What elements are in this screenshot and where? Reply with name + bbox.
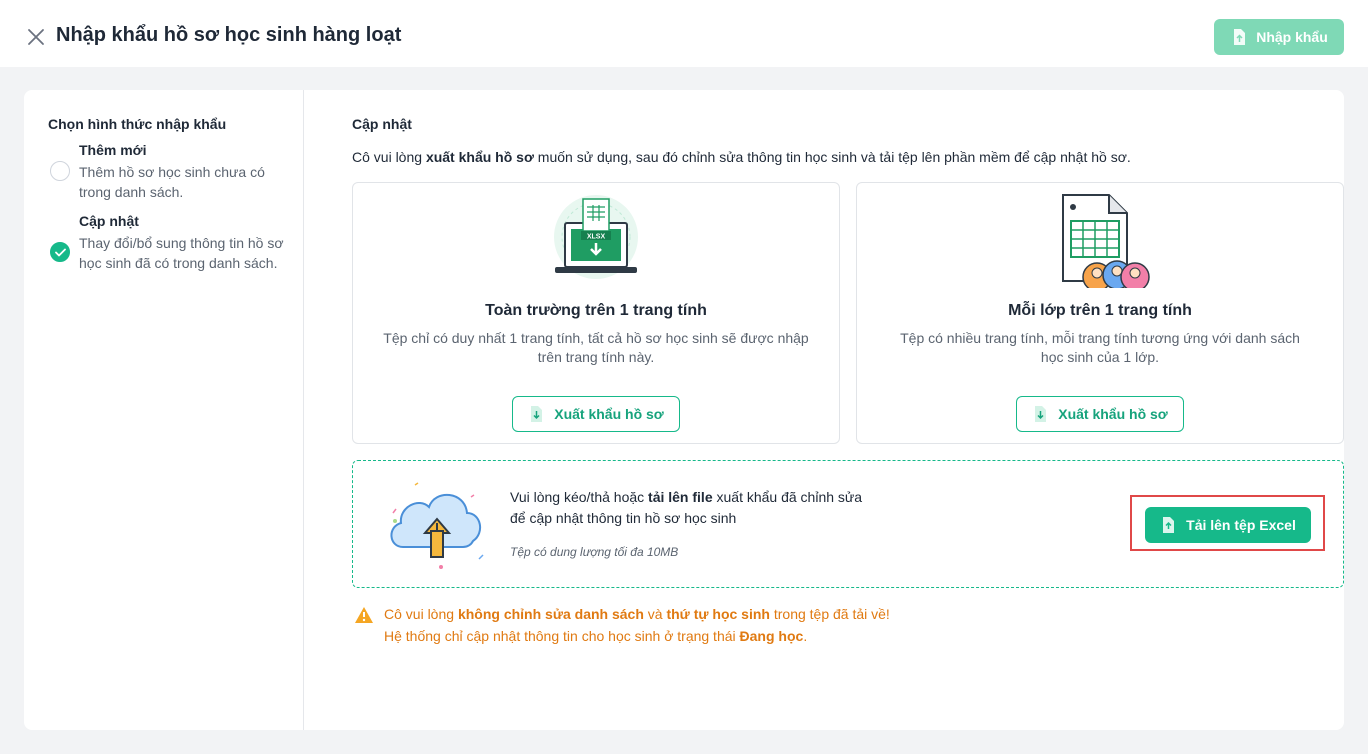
export-button[interactable]: Xuất khẩu hồ sơ xyxy=(512,396,680,432)
close-icon[interactable] xyxy=(26,27,46,47)
sidebar-title: Chọn hình thức nhập khẩu xyxy=(48,116,227,132)
upload-link-text[interactable]: tải lên file xyxy=(648,489,713,505)
check-icon xyxy=(55,248,66,257)
file-drop-zone[interactable]: Vui lòng kéo/thả hoặc tải lên file xuất … xyxy=(352,460,1344,588)
spreadsheet-people-icon xyxy=(1045,193,1155,292)
warning-line-1: Cô vui lòng không chỉnh sửa danh sách và… xyxy=(384,606,890,622)
import-type-sidebar: Chọn hình thức nhập khẩu Thêm mới Thêm h… xyxy=(24,90,304,730)
header-bar: Nhập khẩu hồ sơ học sinh hàng loạt Nhập … xyxy=(0,0,1368,67)
warning-icon xyxy=(354,606,374,624)
file-download-icon xyxy=(1035,406,1047,422)
upload-instruction: Vui lòng kéo/thả hoặc tải lên file xuất … xyxy=(510,489,863,526)
instruction-bold: xuất khẩu hồ sơ xyxy=(425,149,534,165)
option-title: Cập nhật xyxy=(79,213,139,229)
card-desc: Tệp có nhiều trang tính, mỗi trang tính … xyxy=(900,330,1300,365)
file-upload-icon xyxy=(1163,517,1175,533)
card-title: Toàn trường trên 1 trang tính xyxy=(485,302,707,319)
instruction-text: Cô vui lòng xuất khẩu hồ sơ muốn sử dụng… xyxy=(352,149,1131,165)
page-title: Nhập khẩu hồ sơ học sinh hàng loạt xyxy=(56,24,402,46)
export-button[interactable]: Xuất khẩu hồ sơ xyxy=(1016,396,1184,432)
export-button-label: Xuất khẩu hồ sơ xyxy=(554,406,664,422)
warning-line-2: Hệ thống chỉ cập nhật thông tin cho học … xyxy=(384,628,808,644)
upload-excel-button[interactable]: Tải lên tệp Excel xyxy=(1145,507,1311,543)
option-desc: Thay đổi/bổ sung thông tin hồ sơ học sin… xyxy=(79,235,284,271)
import-card: Chọn hình thức nhập khẩu Thêm mới Thêm h… xyxy=(24,90,1344,730)
file-size-note: Tệp có dung lượng tối đa 10MB xyxy=(510,545,679,559)
xlsx-label: XLSX xyxy=(587,234,606,241)
option-title: Thêm mới xyxy=(79,142,147,158)
main-panel: Cập nhật Cô vui lòng xuất khẩu hồ sơ muố… xyxy=(328,90,1344,730)
radio-update-checked[interactable] xyxy=(50,242,70,262)
cloud-upload-icon xyxy=(381,475,491,575)
card-per-class: Mỗi lớp trên 1 trang tính Tệp có nhiều t… xyxy=(856,182,1344,444)
file-download-icon xyxy=(531,406,543,422)
import-button[interactable]: Nhập khẩu xyxy=(1214,19,1344,55)
upload-button-label: Tải lên tệp Excel xyxy=(1186,517,1296,533)
section-title: Cập nhật xyxy=(352,116,412,132)
file-upload-icon xyxy=(1230,28,1248,46)
laptop-xlsx-icon: XLSX xyxy=(541,193,651,288)
card-desc: Tệp chỉ có duy nhất 1 trang tính, tất cả… xyxy=(383,330,809,365)
card-title: Mỗi lớp trên 1 trang tính xyxy=(1008,302,1192,319)
export-button-label: Xuất khẩu hồ sơ xyxy=(1058,406,1168,422)
import-button-label: Nhập khẩu xyxy=(1256,29,1328,45)
option-desc: Thêm hồ sơ học sinh chưa có trong danh s… xyxy=(79,164,265,200)
radio-add-new[interactable] xyxy=(50,161,70,181)
card-whole-school: XLSX Toàn trường trên 1 trang tính Tệp c… xyxy=(352,182,840,444)
